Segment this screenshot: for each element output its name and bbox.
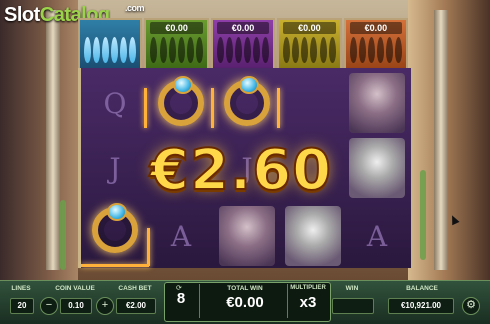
left-pillar — [46, 10, 60, 270]
zeus-portrait-icon — [349, 138, 405, 198]
symbol-zeus-portrait — [283, 206, 343, 266]
right-pillar — [434, 10, 448, 270]
symbol-a-text: A — [170, 219, 192, 253]
symbol-ring — [151, 73, 211, 133]
symbol-a-text: A — [366, 219, 388, 253]
plus-icon: + — [101, 299, 109, 311]
total-win-value: €0.00 — [226, 294, 264, 311]
pot-gems — [216, 37, 270, 65]
pot-green: €0.00 — [144, 18, 209, 68]
winline-segment — [277, 88, 280, 128]
symbol-ring — [85, 200, 145, 260]
goddess-portrait-icon — [219, 206, 275, 266]
minus-icon: − — [45, 299, 53, 311]
gear-icon: ⚙ — [466, 299, 476, 311]
win-value — [332, 298, 374, 314]
divider — [199, 284, 200, 318]
pot-purple: €0.00 — [210, 18, 276, 68]
cash-bet-value: €2.00 — [116, 298, 156, 314]
total-win-label: TOTAL WIN — [227, 285, 263, 292]
symbol-zeus-portrait — [347, 138, 407, 198]
pot-blue — [78, 18, 143, 68]
winline-segment — [211, 88, 214, 128]
coin-value-label: COIN VALUE — [55, 285, 95, 292]
multiplier-value: x3 — [299, 294, 317, 311]
multiplier-label: MULTIPLIER — [290, 285, 326, 291]
winline-segment — [147, 228, 150, 266]
free-spins-count: 8 — [176, 290, 186, 307]
winline-segment — [144, 88, 147, 128]
goddess-portrait-icon — [349, 73, 405, 133]
watermark-suffix: .com — [125, 3, 145, 13]
cash-bet-label: CASH BET — [118, 285, 152, 292]
balance-value: €10,921.00 — [388, 298, 454, 314]
background-left-temple — [0, 0, 78, 280]
lines-label: LINES — [11, 285, 31, 292]
pot-gems — [282, 37, 336, 65]
vine-left — [60, 200, 66, 270]
pot-yellow: €0.00 — [277, 18, 342, 68]
watermark-part1: Slot — [4, 4, 40, 26]
symbol-letter-j: J — [85, 138, 145, 198]
symbol-ring — [217, 73, 277, 133]
settings-button[interactable]: ⚙ — [462, 297, 480, 315]
ring-icon — [224, 76, 270, 126]
pot-yellow-value: €0.00 — [283, 22, 336, 34]
vine-right — [420, 170, 426, 260]
symbol-goddess-portrait — [217, 206, 277, 266]
symbol-q-text: Q — [103, 86, 127, 120]
jackpot-pots: €0.00 €0.00 €0.00 €0.00 — [78, 18, 409, 68]
lines-value: 20 — [10, 298, 34, 314]
pot-orange-value: €0.00 — [349, 22, 403, 34]
ring-icon — [92, 203, 138, 253]
symbol-letter-a: A — [347, 206, 407, 266]
coin-decrease-button[interactable]: − — [40, 297, 58, 315]
pot-gems — [83, 37, 137, 65]
pot-orange: €0.00 — [343, 18, 409, 68]
big-win-amount: €2.60 — [149, 137, 333, 204]
win-label: WIN — [345, 285, 359, 292]
pot-green-value: €0.00 — [150, 22, 203, 34]
coin-value: 0.10 — [60, 298, 92, 314]
ring-icon — [158, 76, 204, 126]
winline-segment — [81, 264, 149, 267]
pot-purple-value: €0.00 — [216, 22, 270, 34]
symbol-j-text: J — [109, 151, 121, 185]
zeus-portrait-icon — [285, 206, 341, 266]
symbol-letter-q: Q — [85, 73, 145, 133]
coin-increase-button[interactable]: + — [96, 297, 114, 315]
symbol-letter-a: A — [151, 206, 211, 266]
pot-gems — [149, 37, 203, 65]
balance-label: BALANCE — [406, 285, 438, 292]
pot-gems — [349, 37, 403, 65]
symbol-goddess-portrait — [347, 73, 407, 133]
